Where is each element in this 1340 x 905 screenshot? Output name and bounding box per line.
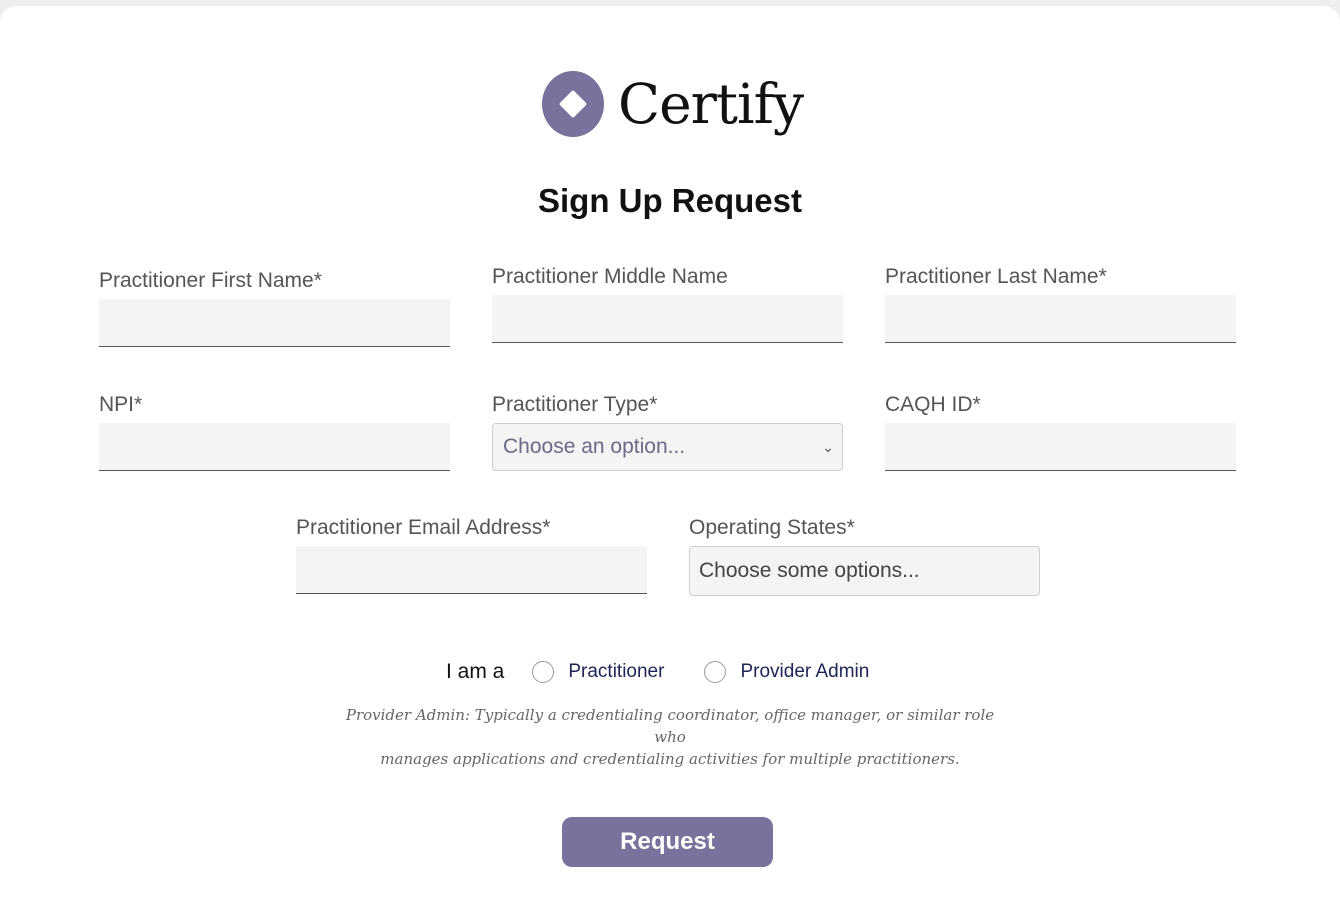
practitioner-radio[interactable] [532, 661, 555, 683]
provider-admin-radio[interactable] [704, 661, 727, 683]
caqh-id-input[interactable] [885, 423, 1236, 471]
operating-states-multiselect[interactable]: Choose some options... [689, 546, 1040, 596]
note-line-1: Provider Admin: Typically a credentialin… [345, 706, 995, 746]
middle-name-input[interactable] [492, 295, 843, 343]
practitioner-type-select[interactable]: Choose an option... ⌄ [492, 423, 843, 471]
role-prefix-label: I am a [446, 660, 505, 683]
caqh-id-label: CAQH ID* [885, 393, 981, 416]
operating-states-label: Operating States* [689, 516, 855, 539]
signup-card: Certify Sign Up Request Practitioner Fir… [0, 6, 1340, 905]
first-name-group: Practitioner First Name* [99, 269, 450, 347]
email-group: Practitioner Email Address* [296, 516, 647, 594]
last-name-group: Practitioner Last Name* [885, 265, 1236, 343]
practitioner-type-label: Practitioner Type* [492, 393, 658, 416]
middle-name-label: Practitioner Middle Name [492, 265, 728, 288]
first-name-input[interactable] [99, 299, 450, 347]
practitioner-type-group: Practitioner Type* Choose an option... ⌄ [492, 393, 843, 471]
role-radio-group: I am a Practitioner Provider Admin [446, 656, 909, 688]
page-title: Sign Up Request [537, 182, 803, 219]
middle-name-group: Practitioner Middle Name [492, 265, 843, 343]
last-name-input[interactable] [885, 295, 1236, 343]
note-line-2: manages applications and credentialing a… [380, 750, 960, 768]
last-name-label: Practitioner Last Name* [885, 265, 1107, 288]
npi-group: NPI* [99, 393, 450, 471]
caqh-id-group: CAQH ID* [885, 393, 1236, 471]
practitioner-type-value: Choose an option... [503, 435, 686, 458]
practitioner-radio-label[interactable]: Practitioner [568, 661, 664, 683]
brand-name: Certify [618, 71, 804, 136]
provider-admin-radio-label[interactable]: Provider Admin [740, 661, 869, 683]
logo-mark-icon [542, 71, 604, 137]
role-option-practitioner[interactable]: Practitioner [532, 661, 664, 683]
operating-states-group: Operating States* Choose some options... [689, 516, 1040, 596]
first-name-label: Practitioner First Name* [99, 269, 322, 292]
brand-logo: Certify [542, 70, 804, 138]
chevron-down-icon: ⌄ [822, 438, 834, 455]
npi-input[interactable] [99, 423, 450, 471]
request-button[interactable]: Request [562, 817, 773, 867]
npi-label: NPI* [99, 393, 143, 416]
email-input[interactable] [296, 546, 647, 594]
role-option-provider-admin[interactable]: Provider Admin [704, 661, 869, 683]
operating-states-placeholder: Choose some options... [699, 559, 920, 582]
email-label: Practitioner Email Address* [296, 516, 551, 539]
provider-admin-note: Provider Admin: Typically a credentialin… [340, 704, 1000, 770]
